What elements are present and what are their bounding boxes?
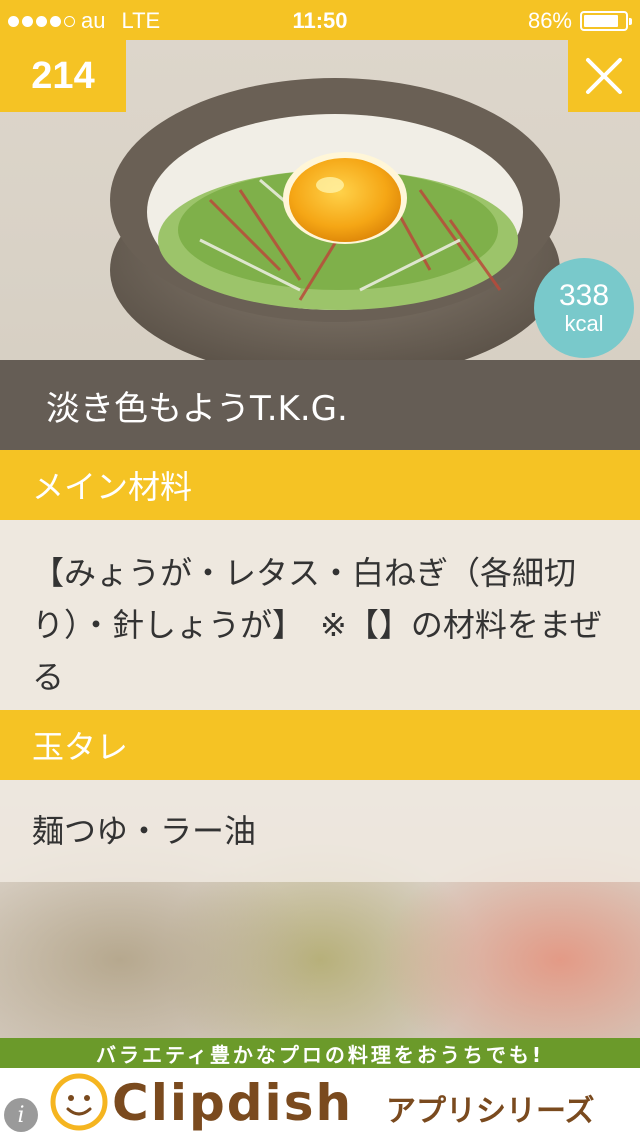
- section-header-sauce: 玉タレ: [0, 710, 640, 780]
- ad-series-label: アプリシリーズ: [386, 1094, 595, 1129]
- section-header-main-ingredients: メイン材料: [0, 450, 640, 520]
- section-header-label: 玉タレ: [32, 728, 129, 766]
- calorie-value: 338: [558, 279, 610, 312]
- ad-logo-row: Clipdish アプリシリーズ: [0, 1068, 640, 1136]
- ingredients-text: 【みょうが・レタス・白ねぎ（各細切り）・針しょうが】 ※【】の材料をまぜる: [32, 554, 602, 696]
- ad-banner[interactable]: バラエティ豊かなプロの料理をおうちでも! Clipdish アプリシリーズ: [0, 1038, 640, 1136]
- close-button[interactable]: [568, 40, 640, 112]
- ad-tagline: バラエティ豊かなプロの料理をおうちでも!: [0, 1038, 640, 1068]
- ad-brand-logo: Clipdish: [112, 1074, 354, 1132]
- recipe-title-bar: 淡き色もようT.K.G.: [0, 360, 640, 450]
- section-body-sauce: 麺つゆ・ラー油: [0, 780, 640, 882]
- sauce-text: 麺つゆ・ラー油: [32, 812, 257, 850]
- recipe-number-badge: 214: [0, 40, 126, 112]
- recipe-title: 淡き色もようT.K.G.: [46, 388, 348, 429]
- info-icon[interactable]: i: [4, 1098, 38, 1132]
- battery-percent: 86%: [527, 8, 572, 33]
- status-bar: au LTE 11:50 86%: [0, 0, 640, 40]
- status-right: 86%: [527, 8, 632, 34]
- battery-level: [584, 15, 618, 27]
- close-icon: [586, 58, 622, 94]
- calorie-unit: kcal: [564, 311, 604, 336]
- battery-icon: [580, 11, 632, 31]
- calorie-badge: 338 kcal: [534, 258, 634, 358]
- section-header-label: メイン材料: [32, 468, 193, 506]
- mascot-face-icon: [50, 1073, 108, 1131]
- section-body-main-ingredients: 【みょうが・レタス・白ねぎ（各細切り）・針しょうが】 ※【】の材料をまぜる: [0, 520, 640, 710]
